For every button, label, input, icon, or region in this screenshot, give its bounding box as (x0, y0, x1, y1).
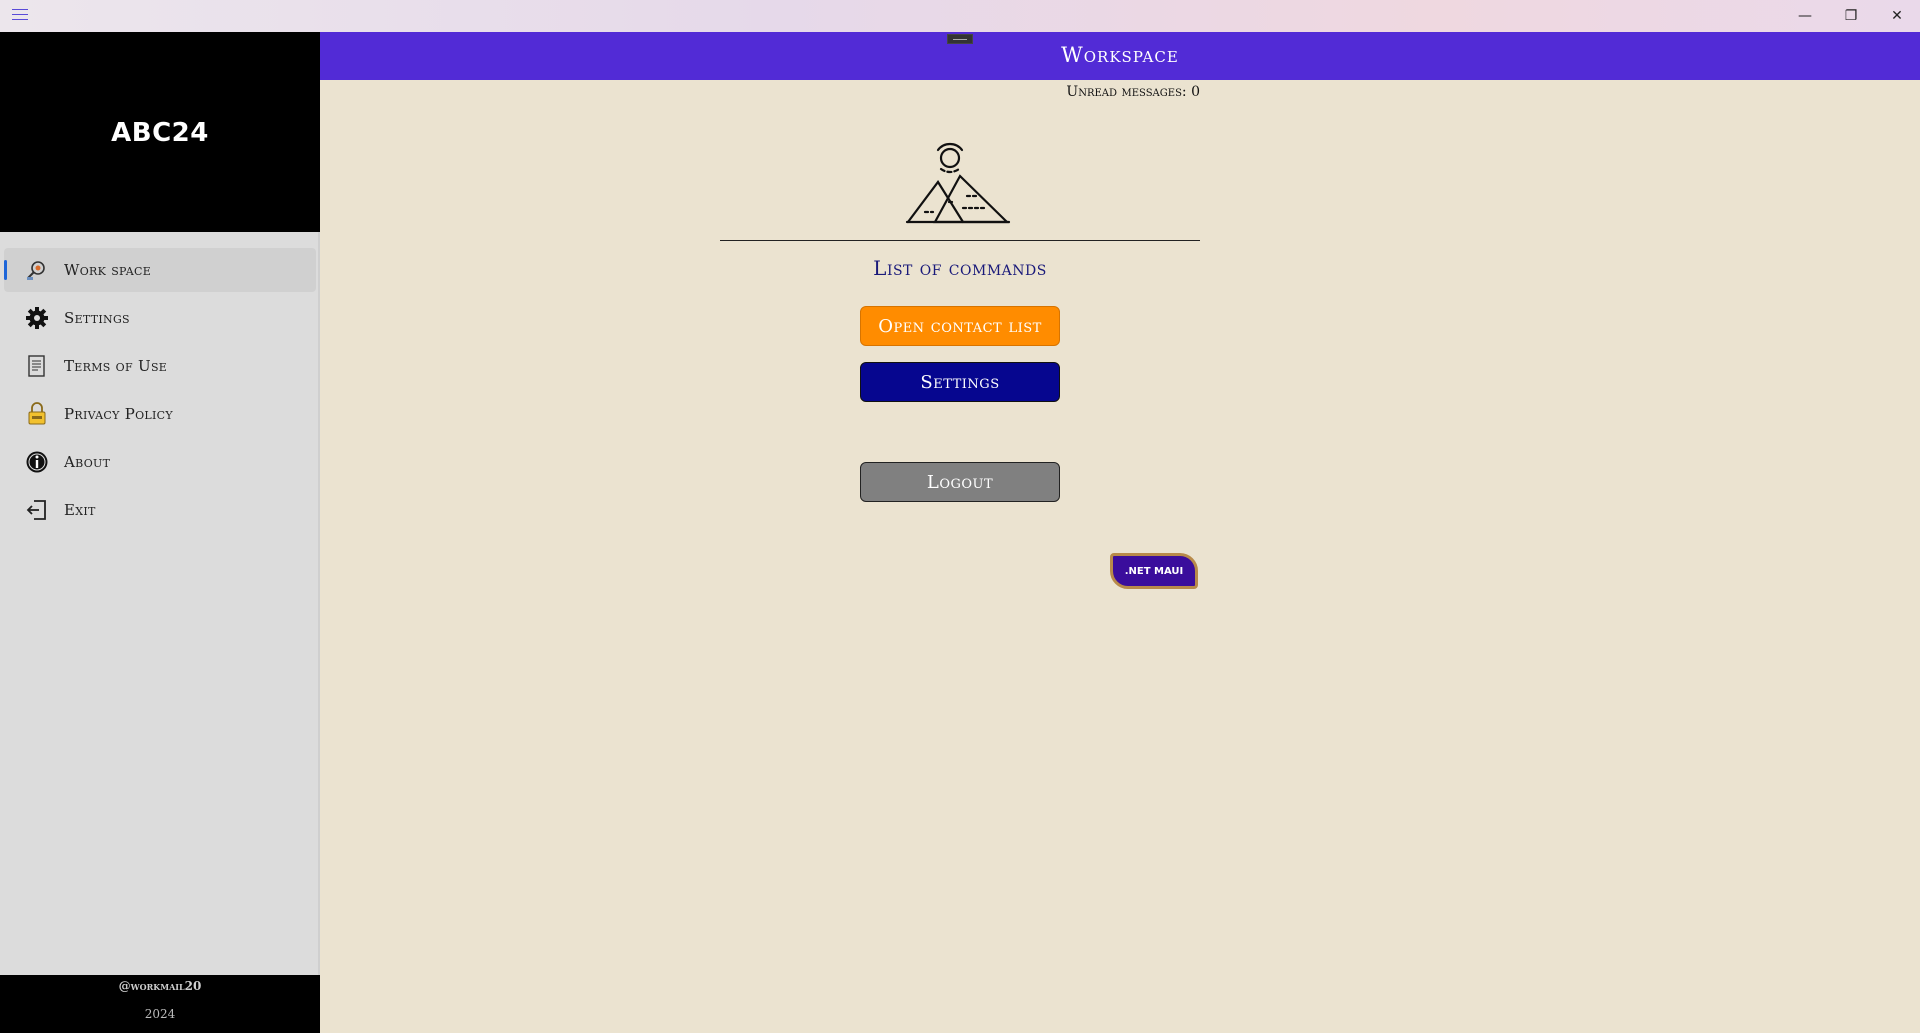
sidebar-item-workspace[interactable]: Work space (4, 248, 316, 292)
commands-title: List of commands (873, 256, 1047, 280)
sidebar: ABC24 Work space Settings Terms of Use P… (0, 32, 320, 1033)
settings-button[interactable]: Settings (860, 362, 1060, 402)
sidebar-nav: Work space Settings Terms of Use Privacy… (0, 248, 320, 536)
hamburger-menu-icon[interactable] (12, 9, 28, 21)
page-header: Workspace (320, 32, 1920, 80)
sidebar-item-label: Work space (64, 261, 152, 279)
sidebar-item-about[interactable]: About (4, 440, 316, 484)
page-title: Workspace (1061, 43, 1179, 67)
footer-handle: @workmail20 (118, 979, 202, 993)
sidebar-item-exit[interactable]: Exit (4, 488, 316, 532)
lock-icon (24, 401, 50, 427)
sidebar-item-label: About (64, 453, 111, 471)
gear-icon (24, 305, 50, 331)
maximize-button[interactable]: ❐ (1828, 0, 1874, 32)
sidebar-footer: @workmail20 2024 (0, 975, 320, 1033)
sidebar-item-terms-of-use[interactable]: Terms of Use (4, 344, 316, 388)
logout-button[interactable]: Logout (860, 462, 1060, 502)
exit-icon (24, 497, 50, 523)
divider (720, 240, 1200, 241)
sidebar-item-label: Settings (64, 309, 130, 327)
minimize-button[interactable]: — (1782, 0, 1828, 32)
title-bar: — ❐ ✕ (0, 0, 1920, 32)
sidebar-item-settings[interactable]: Settings (4, 296, 316, 340)
brand-title: ABC24 (111, 118, 209, 148)
unread-messages-label: Unread messages: 0 (1066, 84, 1200, 100)
close-button[interactable]: ✕ (1874, 0, 1920, 32)
drag-handle-icon[interactable] (947, 34, 973, 44)
brand-header: ABC24 (0, 32, 320, 232)
info-icon (24, 449, 50, 475)
sidebar-item-label: Terms of Use (64, 357, 168, 375)
sidebar-item-privacy-policy[interactable]: Privacy Policy (4, 392, 316, 436)
sidebar-item-label: Exit (64, 501, 96, 519)
document-icon (24, 353, 50, 379)
workspace-search-icon (24, 257, 50, 283)
footer-year: 2024 (144, 1007, 176, 1021)
open-contact-list-button[interactable]: Open contact list (860, 306, 1060, 346)
net-maui-badge[interactable]: .NET MAUI (1110, 553, 1198, 589)
sidebar-item-label: Privacy Policy (64, 405, 173, 423)
pyramids-sun-icon (905, 142, 1011, 224)
